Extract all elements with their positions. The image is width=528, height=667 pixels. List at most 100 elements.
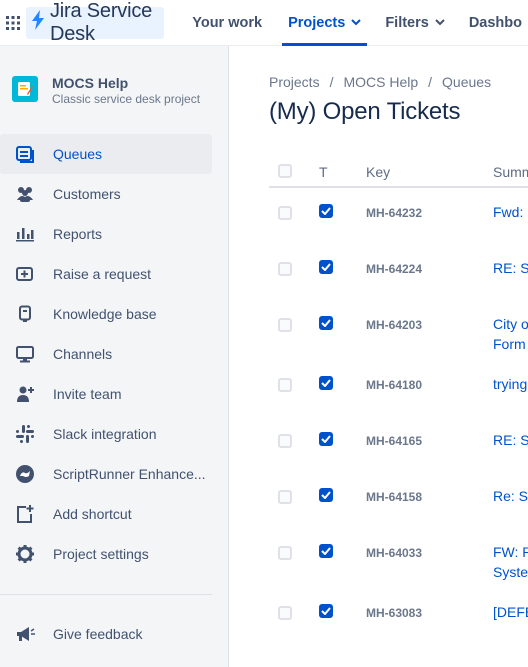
- top-navigation: Jira Service Desk Your work Projects Fil…: [0, 0, 528, 46]
- sidebar-item-knowledge-base[interactable]: Knowledge base: [0, 294, 229, 334]
- table-row[interactable]: MH-64203 City o Form: [269, 316, 528, 356]
- issue-key-link[interactable]: MH-64180: [366, 378, 422, 392]
- issue-key-link[interactable]: MH-63083: [366, 606, 422, 620]
- nav-label: Your work: [192, 14, 263, 31]
- issue-key-link[interactable]: MH-64033: [366, 546, 422, 560]
- jira-service-desk-logo[interactable]: Jira Service Desk: [26, 0, 165, 45]
- column-header-key[interactable]: Key: [366, 164, 390, 180]
- sidebar-item-label: Project settings: [53, 546, 149, 562]
- column-header-type[interactable]: T: [319, 164, 328, 180]
- queues-icon: [14, 144, 36, 164]
- sidebar-menu: Queues Customers Reports Raise a request…: [0, 134, 229, 574]
- chevron-down-icon: [351, 19, 362, 26]
- summary-line: [DEFE: [493, 604, 528, 620]
- knowledge-base-icon: [14, 304, 36, 324]
- row-checkbox[interactable]: [278, 546, 292, 560]
- summary-line: trying: [493, 376, 528, 392]
- project-header[interactable]: MOCS Help Classic service desk project: [12, 74, 200, 107]
- table-row[interactable]: MH-64033 FW: P. Syster: [269, 544, 528, 584]
- sidebar-item-scriptrunner[interactable]: ScriptRunner Enhance...: [0, 454, 229, 494]
- task-type-icon: [319, 204, 333, 218]
- scriptrunner-icon: [14, 464, 36, 484]
- task-type-icon: [319, 316, 333, 330]
- sidebar-item-add-shortcut[interactable]: Add shortcut: [0, 494, 229, 534]
- issue-key-link[interactable]: MH-64165: [366, 434, 422, 448]
- task-type-icon: [319, 488, 333, 502]
- lightning-logo-icon: [30, 10, 46, 35]
- summary-line-2: Syster: [493, 564, 528, 580]
- select-all-checkbox[interactable]: [278, 164, 292, 178]
- issue-summary-link[interactable]: trying: [493, 374, 527, 394]
- nav-label: Dashbo: [468, 14, 522, 31]
- issue-key-link[interactable]: MH-64158: [366, 490, 422, 504]
- table-row[interactable]: MH-64165 RE: Sc: [269, 432, 528, 472]
- task-type-icon: [319, 376, 333, 390]
- task-type-icon: [319, 544, 333, 558]
- breadcrumb-queues[interactable]: Queues: [442, 74, 491, 90]
- issue-key-link[interactable]: MH-64203: [366, 318, 422, 332]
- sidebar-item-label: Channels: [53, 346, 113, 362]
- table-row[interactable]: MH-64232 Fwd: C: [269, 204, 528, 244]
- sidebar-item-label: Reports: [53, 226, 103, 242]
- row-checkbox[interactable]: [278, 206, 292, 220]
- sidebar-item-label: ScriptRunner Enhance...: [53, 466, 206, 482]
- row-checkbox[interactable]: [278, 434, 292, 448]
- page-title: (My) Open Tickets: [269, 98, 461, 125]
- issue-summary-link[interactable]: Re: Sc: [493, 486, 528, 506]
- row-checkbox[interactable]: [278, 378, 292, 392]
- issue-summary-link[interactable]: RE: Sc: [493, 258, 528, 278]
- issue-summary-link[interactable]: [DEFE: [493, 602, 528, 622]
- megaphone-icon: [14, 624, 36, 644]
- breadcrumb-projects[interactable]: Projects: [269, 74, 320, 90]
- table-row[interactable]: MH-64158 Re: Sc: [269, 488, 528, 528]
- sidebar-item-project-settings[interactable]: Project settings: [0, 534, 229, 574]
- sidebar-item-label: Invite team: [53, 386, 122, 402]
- reports-icon: [14, 224, 36, 244]
- sidebar-item-reports[interactable]: Reports: [0, 214, 229, 254]
- task-type-icon: [319, 260, 333, 274]
- issue-key-link[interactable]: MH-64232: [366, 206, 422, 220]
- nav-dashboards[interactable]: Dashbo: [463, 0, 528, 46]
- task-type-icon: [319, 604, 333, 618]
- issue-summary-link[interactable]: Fwd: C: [493, 202, 528, 222]
- slack-icon: [14, 424, 36, 444]
- project-avatar: [12, 76, 38, 102]
- nav-projects[interactable]: Projects: [282, 0, 368, 46]
- project-name: MOCS Help: [52, 75, 129, 91]
- summary-line: FW: P.: [493, 544, 528, 560]
- nav-filters[interactable]: Filters: [379, 0, 451, 46]
- issue-key-link[interactable]: MH-64224: [366, 262, 422, 276]
- row-checkbox[interactable]: [278, 318, 292, 332]
- task-type-icon: [319, 432, 333, 446]
- sidebar-item-label: Raise a request: [53, 266, 152, 282]
- table-row[interactable]: MH-63083 [DEFE: [269, 604, 528, 644]
- sidebar-item-raise-a-request[interactable]: Raise a request: [0, 254, 229, 294]
- summary-line: Fwd: C: [493, 204, 528, 220]
- sidebar-item-label: Knowledge base: [53, 306, 157, 322]
- app-switcher-icon[interactable]: [2, 8, 24, 38]
- channels-icon: [14, 344, 36, 364]
- raise-request-icon: [14, 264, 36, 284]
- table-row[interactable]: MH-64180 trying: [269, 376, 528, 416]
- breadcrumb: Projects / MOCS Help / Queues: [269, 74, 492, 90]
- sidebar-item-label: Add shortcut: [53, 506, 132, 522]
- table-row[interactable]: MH-64224 RE: Sc: [269, 260, 528, 300]
- issue-summary-link[interactable]: FW: P. Syster: [493, 542, 528, 582]
- row-checkbox[interactable]: [278, 606, 292, 620]
- sidebar-item-customers[interactable]: Customers: [0, 174, 229, 214]
- sidebar-item-channels[interactable]: Channels: [0, 334, 229, 374]
- row-checkbox[interactable]: [278, 262, 292, 276]
- chevron-down-icon: [435, 19, 445, 26]
- give-feedback-button[interactable]: Give feedback: [0, 614, 143, 654]
- issue-summary-link[interactable]: RE: Sc: [493, 430, 528, 450]
- column-header-summary[interactable]: Summ: [493, 164, 528, 180]
- sidebar-item-slack-integration[interactable]: Slack integration: [0, 414, 229, 454]
- nav-your-work[interactable]: Your work: [186, 0, 268, 46]
- breadcrumb-mocs-help[interactable]: MOCS Help: [343, 74, 418, 90]
- row-checkbox[interactable]: [278, 490, 292, 504]
- sidebar-item-invite-team[interactable]: Invite team: [0, 374, 229, 414]
- table-header: T Key Summ: [269, 158, 528, 188]
- feedback-label: Give feedback: [53, 626, 143, 642]
- issue-summary-link[interactable]: City o Form: [493, 314, 528, 354]
- sidebar-item-queues[interactable]: Queues: [0, 134, 212, 174]
